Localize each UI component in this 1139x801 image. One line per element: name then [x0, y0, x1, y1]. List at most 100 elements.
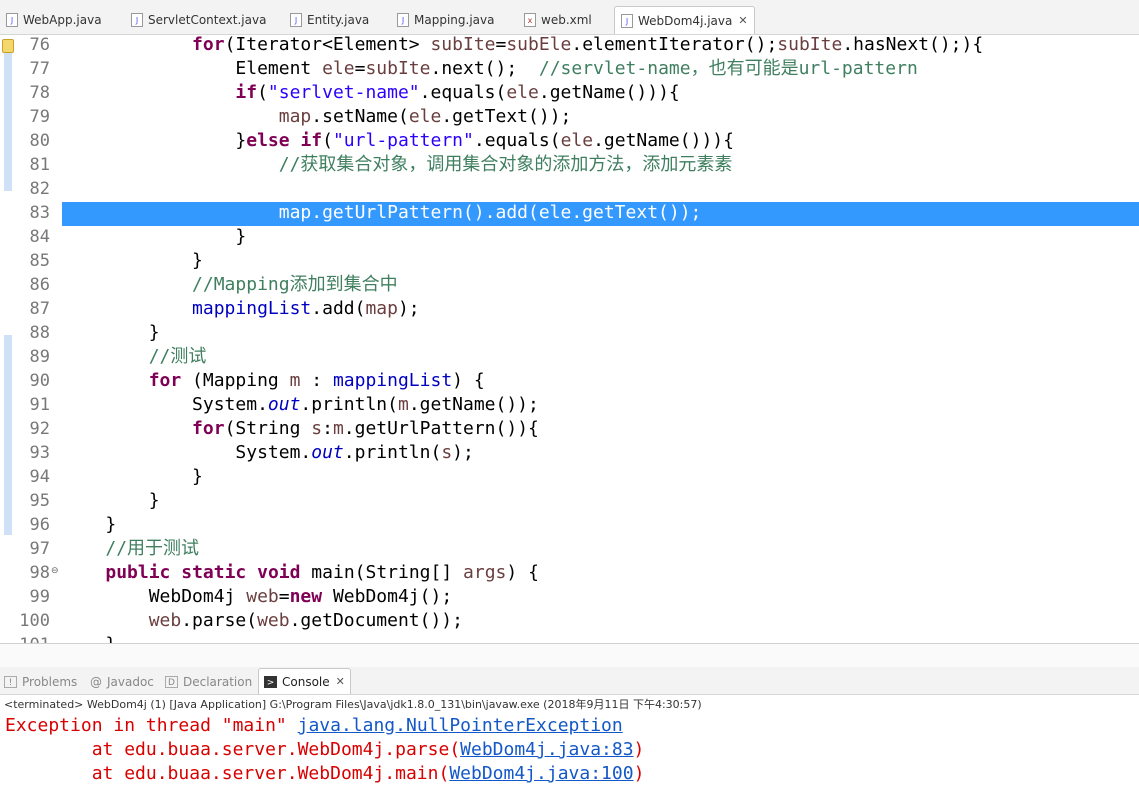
code-line[interactable]: 85 } — [0, 249, 1139, 273]
code-line[interactable]: 88 } — [0, 321, 1139, 345]
code-text: //测试 — [148, 346, 207, 367]
line-number: 101 — [14, 633, 50, 643]
code-line[interactable]: 81 //获取集合对象，调用集合对象的添加方法，添加元素素 — [0, 153, 1139, 177]
code-line[interactable]: 98 ⊖ public static void main(String[] arg… — [0, 561, 1139, 585]
code-line[interactable]: 97 //用于测试 — [0, 537, 1139, 561]
tab-webdom4j-java[interactable]: J WebDom4j.java ✕ — [614, 6, 755, 34]
xml-file-icon: x — [524, 13, 536, 27]
code-line[interactable]: 89 //测试 — [0, 345, 1139, 369]
code-text: //获取集合对象，调用集合对象的添加方法，添加元素素 — [278, 154, 733, 175]
code-text: if("serlvet-name".equals(ele.getName()))… — [235, 82, 680, 103]
java-file-icon: J — [6, 13, 18, 27]
code-line[interactable]: 96 } — [0, 513, 1139, 537]
code-text: } — [62, 322, 160, 343]
code-text: //用于测试 — [105, 538, 200, 559]
code-line[interactable]: 78 if("serlvet-name".equals(ele.getName(… — [0, 81, 1139, 105]
code-text: System.out.println(s); — [62, 442, 474, 463]
tab-mapping-java[interactable]: J Mapping.java — [397, 8, 494, 32]
code-text: map.setName(ele.getText()); — [278, 106, 572, 127]
tab-entity-java[interactable]: J Entity.java — [290, 8, 369, 32]
tab-label: ServletContext.java — [148, 13, 267, 27]
tab-console[interactable]: > Console ✕ — [258, 668, 351, 694]
code-line[interactable]: 90 for (Mapping m : mappingList) { — [0, 369, 1139, 393]
code-text: for(String s:m.getUrlPattern()){ — [192, 418, 539, 439]
code-line[interactable]: 93 System.out.println(s); — [0, 441, 1139, 465]
code-text: for (Mapping m : mappingList) { — [148, 370, 485, 391]
line-number: 79 — [29, 107, 50, 127]
line-number: 93 — [29, 443, 50, 463]
code-line[interactable]: 82 — [0, 177, 1139, 201]
tab-declaration[interactable]: D Declaration — [165, 671, 252, 693]
code-line[interactable]: 80 }else if("url-pattern".equals(ele.get… — [0, 129, 1139, 153]
console-output[interactable]: Exception in thread "main" java.lang.Nul… — [0, 714, 1139, 801]
line-number: 83 — [29, 203, 50, 223]
line-number: 90 — [29, 371, 50, 391]
code-line[interactable]: 99 WebDom4j web=new WebDom4j(); — [0, 585, 1139, 609]
line-number: 81 — [29, 155, 50, 175]
console-line: at edu.buaa.server.WebDom4j.main(WebDom4… — [5, 763, 645, 784]
code-line[interactable]: 76 for(Iterator<Element> subIte=subEle.e… — [0, 35, 1139, 57]
code-editor[interactable]: 76 for(Iterator<Element> subIte=subEle.e… — [0, 35, 1139, 643]
code-text: map.getUrlPattern().add(ele.getText()); — [62, 202, 702, 223]
code-line[interactable]: 95 } — [0, 489, 1139, 513]
code-text: } — [62, 226, 247, 247]
tab-label: Javadoc — [107, 675, 154, 689]
tab-label: Console — [282, 674, 330, 689]
code-text: Element ele=subIte.next(); //servlet-nam… — [62, 58, 918, 79]
line-number: 82 — [29, 179, 50, 199]
code-line[interactable]: 84 } — [0, 225, 1139, 249]
code-text: for(Iterator<Element> subIte=subEle.elem… — [192, 35, 984, 55]
stack-trace-link[interactable]: WebDom4j.java:83 — [460, 739, 633, 760]
line-number: 80 — [29, 131, 50, 151]
code-line[interactable]: 86 //Mapping添加到集合中 — [0, 273, 1139, 297]
tab-problems[interactable]: ! Problems — [4, 671, 77, 693]
code-line[interactable]: 100 web.parse(web.getDocument()); — [0, 609, 1139, 633]
exception-link[interactable]: java.lang.NullPointerException — [298, 715, 623, 736]
tab-label: Problems — [22, 675, 78, 689]
panel-tab-bar: ! Problems @ Javadoc D Declaration > Con… — [0, 667, 1139, 695]
at-sign-icon: @ — [90, 675, 102, 689]
code-text: } — [62, 466, 203, 487]
tab-webapp-java[interactable]: J WebApp.java — [6, 8, 102, 32]
line-number: 96 — [29, 515, 50, 535]
close-icon[interactable]: ✕ — [738, 14, 747, 27]
code-line[interactable]: 77 Element ele=subIte.next(); //servlet-… — [0, 57, 1139, 81]
tab-label: Mapping.java — [414, 13, 495, 27]
code-line[interactable]: 79 map.setName(ele.getText()); — [0, 105, 1139, 129]
code-line[interactable]: 92 for(String s:m.getUrlPattern()){ — [0, 417, 1139, 441]
line-number: 98 — [29, 563, 50, 583]
stack-trace-link[interactable]: WebDom4j.java:100 — [449, 763, 633, 784]
console-icon: > — [264, 675, 277, 688]
code-text: } — [62, 250, 203, 271]
tab-label: Declaration — [183, 675, 253, 689]
fold-toggle-icon[interactable]: ⊖ — [51, 566, 59, 576]
console-status: <terminated> WebDom4j (1) [Java Applicat… — [4, 698, 702, 711]
line-number: 86 — [29, 275, 50, 295]
line-number: 89 — [29, 347, 50, 367]
code-text: mappingList.add(map); — [192, 298, 420, 319]
code-text: public static void main(String[] args) { — [105, 562, 539, 583]
line-number: 88 — [29, 323, 50, 343]
console-line: Exception in thread "main" java.lang.Nul… — [5, 715, 623, 736]
code-line[interactable]: 83 map.getUrlPattern().add(ele.getText()… — [0, 201, 1139, 225]
console-line: at edu.buaa.server.WebDom4j.parse(WebDom… — [5, 739, 645, 760]
line-number: 99 — [29, 587, 50, 607]
line-number: 87 — [29, 299, 50, 319]
code-line[interactable]: 91 System.out.println(m.getName()); — [0, 393, 1139, 417]
code-line[interactable]: 101 } — [0, 633, 1139, 643]
code-text: //Mapping添加到集合中 — [192, 274, 398, 295]
java-file-icon: J — [131, 13, 143, 27]
code-text: WebDom4j web=new WebDom4j(); — [62, 586, 453, 607]
java-file-icon: J — [621, 13, 633, 28]
line-number: 76 — [29, 35, 50, 55]
line-number: 77 — [29, 59, 50, 79]
code-line[interactable]: 87 mappingList.add(map); — [0, 297, 1139, 321]
tab-web-xml[interactable]: x web.xml — [524, 8, 592, 32]
panel-divider[interactable] — [0, 643, 1139, 667]
tab-javadoc[interactable]: @ Javadoc — [90, 671, 154, 693]
tab-servletcontext-java[interactable]: J ServletContext.java — [131, 8, 266, 32]
code-line[interactable]: 94 } — [0, 465, 1139, 489]
line-number: 94 — [29, 467, 50, 487]
close-icon[interactable]: ✕ — [336, 675, 345, 688]
line-number: 84 — [29, 227, 50, 247]
